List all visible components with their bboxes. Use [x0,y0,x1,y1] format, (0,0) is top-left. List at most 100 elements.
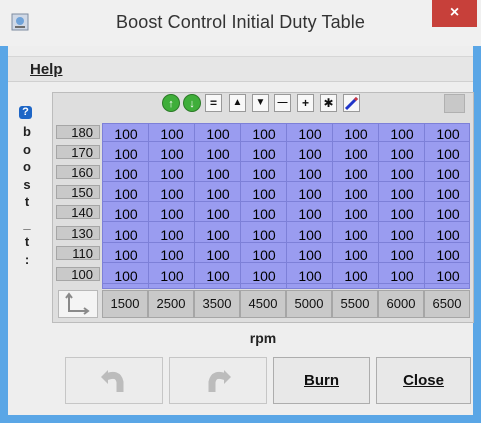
row-label[interactable]: 110 [56,246,100,260]
row-label[interactable]: 170 [56,145,100,159]
table-cell[interactable]: 100 [241,146,287,162]
table-cell[interactable]: 100 [379,186,425,202]
close-window-button[interactable]: × [432,0,477,27]
table-cell[interactable]: 100 [379,146,425,162]
menu-help[interactable]: Help [30,61,63,78]
table-cell[interactable]: 100 [333,268,379,284]
equals-button[interactable]: = [205,94,222,112]
table-cell[interactable]: 100 [241,268,287,284]
column-label[interactable]: 5000 [286,290,332,318]
table-cell[interactable]: 100 [103,146,149,162]
column-label[interactable]: 3500 [194,290,240,318]
table-cell[interactable]: 100 [241,247,287,263]
undo-button[interactable] [65,357,163,404]
column-label[interactable]: 1500 [102,290,148,318]
table-cell[interactable]: 100 [241,126,287,142]
table-cell[interactable]: 100 [149,247,195,263]
decrement-button[interactable]: ▼ [252,94,269,112]
table-cell[interactable]: 100 [195,166,241,182]
multiply-button[interactable]: ✱ [320,94,337,112]
rotate-down-icon[interactable]: ↓ [183,94,201,112]
table-cell[interactable]: 100 [333,186,379,202]
table-cell[interactable]: 100 [149,268,195,284]
grid-line [194,123,195,289]
table-cell[interactable]: 100 [379,268,425,284]
burn-button[interactable]: Burn [273,357,370,404]
table-cell[interactable]: 100 [379,126,425,142]
table-cell[interactable]: 100 [149,146,195,162]
column-label[interactable]: 6000 [378,290,424,318]
table-cell[interactable]: 100 [195,126,241,142]
table-cell[interactable]: 100 [425,186,471,202]
column-label[interactable]: 4500 [240,290,286,318]
table-cell[interactable]: 100 [287,186,333,202]
row-label[interactable]: 100 [56,267,100,281]
table-cell[interactable]: 100 [195,146,241,162]
table-cell[interactable]: 100 [333,146,379,162]
column-label[interactable]: 6500 [424,290,470,318]
table-cell[interactable]: 100 [195,247,241,263]
table-cell[interactable]: 100 [425,206,471,222]
table-cell[interactable]: 100 [195,206,241,222]
side-letter: o [23,142,31,157]
table-cell[interactable]: 100 [379,166,425,182]
table-cell[interactable]: 100 [379,206,425,222]
table-cell[interactable]: 100 [103,166,149,182]
subtract-button[interactable]: — [274,94,291,112]
close-button[interactable]: Close [376,357,471,404]
table-cell[interactable]: 100 [379,227,425,243]
table-cell[interactable]: 100 [287,227,333,243]
table-cell[interactable]: 100 [149,126,195,142]
table-cell[interactable]: 100 [149,206,195,222]
table-cell[interactable]: 100 [287,268,333,284]
table-cell[interactable]: 100 [333,227,379,243]
table-cell[interactable]: 100 [287,206,333,222]
table-cell[interactable]: 100 [103,268,149,284]
table-cell[interactable]: 100 [425,146,471,162]
table-cell[interactable]: 100 [379,247,425,263]
row-label[interactable]: 160 [56,165,100,179]
table-cell[interactable]: 100 [149,227,195,243]
table-cell[interactable]: 100 [241,206,287,222]
table-cell[interactable]: 100 [287,166,333,182]
table-cell[interactable]: 100 [287,146,333,162]
table-cell[interactable]: 100 [195,186,241,202]
column-label[interactable]: 2500 [148,290,194,318]
row-label[interactable]: 130 [56,226,100,240]
table-cell[interactable]: 100 [425,268,471,284]
table-cell[interactable]: 100 [333,206,379,222]
column-label[interactable]: 5500 [332,290,378,318]
table-cell[interactable]: 100 [287,126,333,142]
question-icon[interactable]: ? [19,106,32,119]
table-cell[interactable]: 100 [425,126,471,142]
table-cell[interactable]: 100 [103,206,149,222]
table-cell[interactable]: 100 [241,166,287,182]
add-button[interactable]: + [297,94,314,112]
redo-button[interactable] [169,357,267,404]
table-cell[interactable]: 100 [241,227,287,243]
table-cell[interactable]: 100 [195,227,241,243]
title-bar[interactable]: Boost Control Initial Duty Table × [0,0,481,46]
table-cell[interactable]: 100 [425,247,471,263]
table-cell[interactable]: 100 [103,247,149,263]
rotate-up-icon[interactable]: ↑ [162,94,180,112]
row-label[interactable]: 180 [56,125,100,139]
table-cell[interactable]: 100 [241,186,287,202]
blank-icon[interactable] [444,94,465,113]
table-cell[interactable]: 100 [333,247,379,263]
row-label[interactable]: 150 [56,185,100,199]
table-cell[interactable]: 100 [333,126,379,142]
row-label[interactable]: 140 [56,205,100,219]
table-cell[interactable]: 100 [333,166,379,182]
increment-button[interactable]: ▲ [229,94,246,112]
table-cell[interactable]: 100 [149,166,195,182]
table-cell[interactable]: 100 [195,268,241,284]
pencil-button[interactable] [343,94,360,112]
table-cell[interactable]: 100 [425,227,471,243]
table-cell[interactable]: 100 [103,186,149,202]
table-cell[interactable]: 100 [149,186,195,202]
table-cell[interactable]: 100 [103,227,149,243]
table-cell[interactable]: 100 [425,166,471,182]
table-cell[interactable]: 100 [103,126,149,142]
table-cell[interactable]: 100 [287,247,333,263]
